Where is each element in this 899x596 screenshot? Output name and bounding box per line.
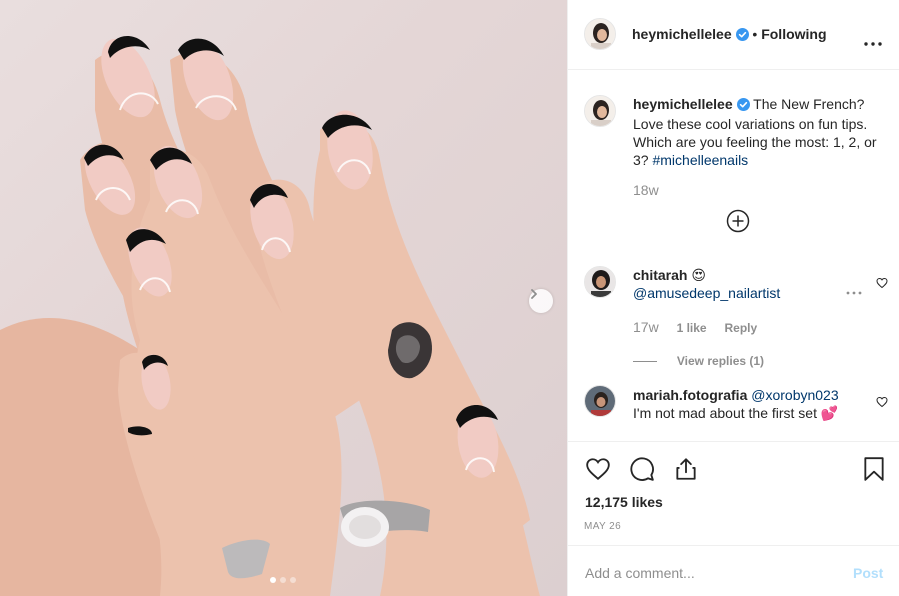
comment-emoji: 😍 xyxy=(691,267,706,283)
view-replies-line xyxy=(633,360,657,362)
comment-text: chitarah 😍 @amusedeep_nailartist xyxy=(633,266,843,302)
comment-mention[interactable]: @amusedeep_nailartist xyxy=(633,285,780,301)
bookmark-icon[interactable] xyxy=(862,456,886,485)
caption-age[interactable]: 18w xyxy=(633,182,659,198)
carousel-dot xyxy=(270,577,276,583)
comment-avatar[interactable] xyxy=(584,266,616,298)
caption-avatar[interactable] xyxy=(584,95,616,127)
caption-username[interactable]: heymichellelee xyxy=(633,96,733,112)
load-more-comments-icon[interactable] xyxy=(726,209,750,236)
carousel-indicator xyxy=(270,577,296,583)
comment-avatar[interactable] xyxy=(584,385,616,417)
comment-icon[interactable] xyxy=(629,456,655,485)
comment-like-icon[interactable] xyxy=(876,395,888,411)
comment-age[interactable]: 17w xyxy=(633,319,659,335)
comment-emoji: 💕 xyxy=(820,405,839,421)
comment-input[interactable]: Add a comment... xyxy=(585,565,695,581)
instagram-post: heymichellelee • Following heymichellele… xyxy=(0,0,899,596)
share-icon[interactable] xyxy=(673,456,699,485)
comment-meta: 17w 1 like Reply xyxy=(633,319,757,335)
comment-username[interactable]: chitarah xyxy=(633,267,687,283)
header-user-line: heymichellelee • Following xyxy=(632,26,827,44)
post-side-panel: heymichellelee • Following heymichellele… xyxy=(567,0,899,596)
comment-username[interactable]: mariah.fotografia xyxy=(633,387,747,403)
carousel-dot xyxy=(280,577,286,583)
heart-icon[interactable] xyxy=(585,456,611,485)
comment-more-icon[interactable] xyxy=(846,282,862,298)
nail-art-illustration xyxy=(0,35,540,596)
post-comment-button[interactable]: Post xyxy=(853,565,883,581)
following-button[interactable]: Following xyxy=(761,26,826,42)
comment-body: I'm not mad about the first set xyxy=(633,405,817,421)
post-photo[interactable] xyxy=(0,0,567,596)
view-replies-label: View replies (1) xyxy=(676,354,765,368)
verified-badge-icon xyxy=(735,28,749,44)
caption-text: heymichellelee The New French? Love thes… xyxy=(633,95,893,169)
header-separator: • xyxy=(752,26,758,42)
comment-text: mariah.fotografia @xorobyn023 I'm not ma… xyxy=(633,386,863,422)
header-username[interactable]: heymichellelee xyxy=(632,26,732,42)
reply-button[interactable]: Reply xyxy=(725,321,758,335)
verified-badge-icon xyxy=(736,97,750,115)
comments-section[interactable]: heymichellelee The New French? Love thes… xyxy=(568,71,899,441)
post-header: heymichellelee • Following xyxy=(568,0,899,70)
post-date[interactable]: MAY 26 xyxy=(584,521,621,532)
more-options-icon[interactable] xyxy=(864,33,882,49)
avatar[interactable] xyxy=(584,18,616,50)
next-photo-button[interactable] xyxy=(529,289,553,313)
add-comment-bar: Add a comment... Post xyxy=(568,545,899,596)
view-replies[interactable]: View replies (1) xyxy=(633,352,764,368)
comment-like-icon[interactable] xyxy=(876,276,888,292)
caption-hashtag[interactable]: #michelleenails xyxy=(652,152,748,168)
carousel-dot xyxy=(290,577,296,583)
comment-mention[interactable]: @xorobyn023 xyxy=(751,387,838,403)
comment-likes[interactable]: 1 like xyxy=(677,321,707,335)
post-actions: 12,175 likes MAY 26 xyxy=(568,441,899,545)
likes-count[interactable]: 12,175 likes xyxy=(585,494,663,510)
